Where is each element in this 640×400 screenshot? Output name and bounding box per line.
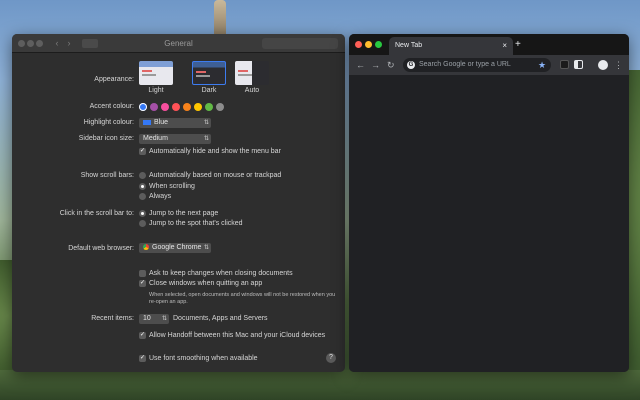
popup-arrows-icon: ⇅ — [203, 120, 209, 126]
appearance-auto-label: Auto — [244, 87, 260, 94]
accent-colour-swatch[interactable] — [150, 103, 158, 111]
default-browser-popup[interactable]: Google Chrome ⇅ — [139, 243, 211, 253]
browser-toolbar: ← → ↻ G Search Google or type a URL ★ ⋮ — [349, 55, 629, 75]
click-scroll-bar-label: Click in the scroll bar to: — [59, 210, 134, 217]
accent-colour-swatch[interactable] — [194, 103, 202, 111]
appearance-dark-label: Dark — [201, 87, 217, 94]
accent-colour-swatch[interactable] — [205, 103, 213, 111]
accent-colour-swatch[interactable] — [139, 103, 147, 111]
recent-items-suffix: Documents, Apps and Servers — [173, 315, 268, 322]
accent-colour-swatch[interactable] — [216, 103, 224, 111]
new-tab-button[interactable]: + — [515, 39, 521, 50]
menu-dots-icon[interactable]: ⋮ — [614, 60, 623, 70]
scroll-bars-when-scrolling-label: When scrolling — [149, 183, 195, 190]
appearance-auto-option[interactable] — [235, 61, 269, 85]
scroll-bars-always-label: Always — [149, 193, 172, 200]
appearance-label: Appearance: — [94, 76, 134, 83]
scroll-bars-auto-radio[interactable] — [139, 172, 146, 179]
show-scroll-bars-label: Show scroll bars: — [80, 172, 134, 179]
highlight-colour-label: Highlight colour: — [83, 119, 134, 126]
chrome-logo-icon — [143, 244, 149, 251]
new-tab-page — [349, 75, 629, 372]
accent-colour-label: Accent colour: — [89, 103, 134, 110]
jump-to-spot-radio[interactable] — [139, 220, 146, 227]
ask-keep-changes-label: Ask to keep changes when closing documen… — [149, 270, 293, 277]
chrome-browser-window: New Tab × + ← → ↻ G Search Google or typ… — [349, 34, 629, 372]
popup-arrows-icon: ⇅ — [161, 316, 167, 322]
popup-arrows-icon: ⇅ — [203, 245, 209, 251]
default-browser-label: Default web browser: — [68, 245, 134, 252]
handoff-label: Allow Handoff between this Mac and your … — [149, 332, 326, 339]
recent-items-popup[interactable]: 10 ⇅ — [139, 314, 169, 324]
profile-avatar[interactable] — [598, 60, 608, 70]
desktop-tower — [214, 0, 226, 34]
scroll-bars-auto-label: Automatically based on mouse or trackpad — [149, 172, 282, 179]
omnibox-placeholder: Search Google or type a URL — [419, 61, 511, 68]
jump-to-spot-label: Jump to the spot that's clicked — [149, 220, 243, 227]
popup-arrows-icon: ⇅ — [203, 136, 209, 142]
jump-next-page-radio[interactable] — [139, 210, 146, 217]
highlight-swatch-icon — [143, 119, 151, 125]
reload-icon[interactable]: ↻ — [387, 60, 395, 70]
close-windows-label: Close windows when quitting an app — [149, 280, 263, 287]
appearance-light-label: Light — [148, 87, 164, 94]
tab-new-tab[interactable]: New Tab × — [389, 37, 513, 55]
bookmark-star-icon[interactable]: ★ — [538, 60, 546, 70]
extension-icon[interactable] — [560, 60, 569, 69]
recent-items-label: Recent items: — [91, 315, 134, 322]
minimize-window-button[interactable] — [365, 41, 372, 48]
search-input[interactable] — [262, 38, 338, 49]
sidebar-icon-size-label: Sidebar icon size: — [78, 135, 134, 142]
google-icon: G — [407, 61, 415, 69]
tab-strip: New Tab × + — [349, 34, 629, 55]
close-tab-icon[interactable]: × — [502, 41, 507, 50]
general-preferences-window: ‹ › General Appearance: Light Dark Auto … — [12, 34, 345, 372]
accent-colour-swatch[interactable] — [183, 103, 191, 111]
jump-next-page-label: Jump to the next page — [149, 210, 219, 217]
close-window-button[interactable] — [355, 41, 362, 48]
font-smoothing-checkbox[interactable]: ✓ — [139, 355, 146, 362]
reading-list-icon[interactable] — [574, 60, 583, 69]
scroll-bars-when-scrolling-radio[interactable] — [139, 183, 146, 190]
accent-colour-swatch[interactable] — [161, 103, 169, 111]
prefs-titlebar: ‹ › General — [12, 34, 345, 53]
menu-bar-label: Automatically hide and show the menu bar — [149, 148, 281, 155]
scroll-bars-always-radio[interactable] — [139, 193, 146, 200]
omnibox[interactable]: G Search Google or type a URL — [403, 58, 551, 72]
desktop-ground — [0, 370, 640, 400]
help-button[interactable]: ? — [326, 353, 336, 363]
ask-keep-changes-checkbox[interactable] — [139, 270, 146, 277]
back-arrow-icon[interactable]: ← — [356, 60, 365, 70]
appearance-dark-option[interactable] — [192, 61, 226, 85]
appearance-light-option[interactable] — [139, 61, 173, 85]
sidebar-icon-size-popup[interactable]: Medium ⇅ — [139, 134, 211, 144]
tab-title: New Tab — [395, 42, 423, 49]
menu-bar-checkbox[interactable]: ✓ — [139, 148, 146, 155]
highlight-colour-popup[interactable]: Blue ⇅ — [139, 118, 211, 128]
close-windows-checkbox[interactable]: ✓ — [139, 280, 146, 287]
forward-arrow-icon[interactable]: → — [371, 60, 380, 70]
font-smoothing-label: Use font smoothing when available — [149, 355, 258, 362]
zoom-window-button[interactable] — [375, 41, 382, 48]
accent-colour-swatch[interactable] — [172, 103, 180, 111]
close-windows-note: When selected, open documents and window… — [149, 292, 336, 305]
handoff-checkbox[interactable]: ✓ — [139, 332, 146, 339]
